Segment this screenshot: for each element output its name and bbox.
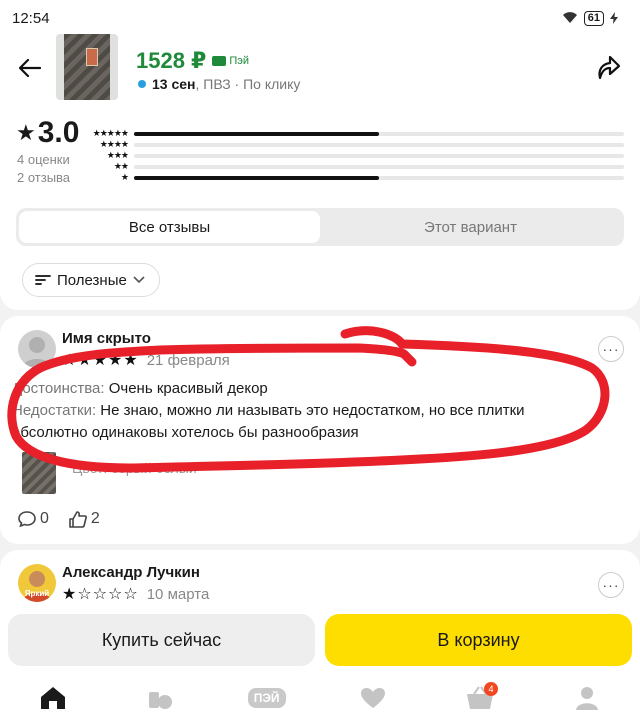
pay-badge: Пэй <box>212 55 249 67</box>
home-icon <box>41 687 66 709</box>
wifi-icon <box>562 12 577 23</box>
reviews-count: 2 отзыва <box>17 170 71 185</box>
likes-count: 2 <box>90 510 100 527</box>
status-icons: 61 <box>562 10 618 26</box>
tab-cart[interactable]: 4 <box>460 680 500 716</box>
sort-button[interactable]: Полезные <box>22 263 160 297</box>
review-card: Имя скрыто ★★★★★ 21 февраля ··· Достоинс… <box>0 316 640 544</box>
status-time: 12:54 <box>12 9 50 27</box>
comments-count: 0 <box>40 510 49 527</box>
fruit-basket-icon <box>148 692 172 709</box>
more-options-button[interactable]: ··· <box>598 572 624 598</box>
review-stars: ★★★★★ <box>62 352 139 369</box>
ratings-count: 4 оценки <box>17 152 70 167</box>
tab-favorites[interactable] <box>353 680 393 716</box>
delivery-dot-icon <box>138 80 146 88</box>
rating-distribution: ★★★★★ ★★★★ ★★★ ★★ ★ <box>88 128 624 183</box>
pros-label: Достоинства: <box>12 380 105 397</box>
delivery-info: 13 сен, ПВЗ · По клику <box>138 76 300 92</box>
back-button[interactable] <box>14 52 46 84</box>
tab-all-reviews[interactable]: Все отзывы <box>19 211 320 243</box>
review-date: 21 февраля <box>146 351 230 369</box>
rating-summary: ★ 3.0 4 оценки 2 отзыва ★★★★★ ★★★★ ★★★ ★… <box>0 106 640 310</box>
rating-bar-4: ★★★★ <box>88 139 624 150</box>
user-icon <box>575 687 598 710</box>
rating-bar-1: ★ <box>88 172 624 183</box>
heart-icon <box>361 688 386 708</box>
product-header: 1528 ₽ Пэй 13 сен, ПВЗ · По клику <box>0 34 640 106</box>
avatar-badge: Яркий <box>24 589 50 598</box>
product-price: 1528 ₽ <box>136 48 207 73</box>
review-body: Достоинства: Очень красивый декор Недост… <box>12 378 572 444</box>
star-icon: ★ <box>16 120 36 145</box>
arrow-left-icon <box>19 59 41 77</box>
product-thumbnail[interactable] <box>56 34 118 100</box>
thumbs-up-icon <box>69 510 87 528</box>
pay-label: Пэй <box>229 55 250 67</box>
price-row: 1528 ₽ Пэй <box>136 48 249 74</box>
average-rating: ★ 3.0 <box>16 116 79 150</box>
tab-home[interactable] <box>33 680 73 716</box>
rating-bar-2: ★★ <box>88 161 624 172</box>
reviews-filter-tabs: Все отзывы Этот вариант <box>16 208 624 246</box>
pros-text: Очень красивый декор <box>104 380 268 397</box>
review-author: Александр Лучкин <box>62 564 200 581</box>
share-icon <box>598 55 621 80</box>
review-variant: Цвет: серый белый <box>72 460 197 476</box>
like-button[interactable]: 2 <box>69 510 100 528</box>
review-reactions: 0 2 <box>18 510 100 528</box>
rating-bar-3: ★★★ <box>88 150 624 161</box>
cons-label: Недостатки: <box>12 402 97 419</box>
tab-profile[interactable] <box>567 680 607 716</box>
review-rating-line: ★☆☆☆☆ 10 марта <box>62 584 209 604</box>
charging-icon <box>610 12 618 24</box>
delivery-details: , ПВЗ · По клику <box>195 76 301 92</box>
rating-score: 3.0 <box>37 116 80 149</box>
review-date: 10 марта <box>146 585 210 603</box>
sort-label: Полезные <box>57 271 127 289</box>
purchase-actions: Купить сейчас В корзину <box>0 606 640 674</box>
add-to-cart-button[interactable]: В корзину <box>325 614 632 666</box>
review-photo[interactable] <box>22 452 56 494</box>
share-button[interactable] <box>594 52 622 82</box>
comment-icon <box>18 511 36 527</box>
bottom-navigation: ПЭЙ 4 <box>0 674 640 722</box>
tab-this-variant[interactable]: Этот вариант <box>320 211 621 243</box>
avatar: Яркий <box>18 564 56 602</box>
comments-button[interactable]: 0 <box>18 510 49 528</box>
rating-bar-5: ★★★★★ <box>88 128 624 139</box>
user-silhouette-icon <box>22 337 52 368</box>
buy-now-button[interactable]: Купить сейчас <box>8 614 315 666</box>
more-options-button[interactable]: ··· <box>598 336 624 362</box>
delivery-date: 13 сен <box>152 76 196 92</box>
card-icon <box>212 56 227 66</box>
sort-icon <box>35 275 51 285</box>
review-rating-line: ★★★★★ 21 февраля <box>62 350 230 370</box>
cart-count-badge: 4 <box>483 682 498 696</box>
tab-catalog[interactable] <box>140 680 180 716</box>
pay-tab-label: ПЭЙ <box>247 688 286 708</box>
chevron-down-icon <box>133 276 145 284</box>
review-stars: ★☆☆☆☆ <box>62 586 139 603</box>
review-author: Имя скрыто <box>62 330 151 347</box>
avatar <box>18 330 56 368</box>
battery-icon: 61 <box>583 10 604 26</box>
tab-pay[interactable]: ПЭЙ <box>247 680 287 716</box>
status-bar: 12:54 61 <box>0 0 640 36</box>
